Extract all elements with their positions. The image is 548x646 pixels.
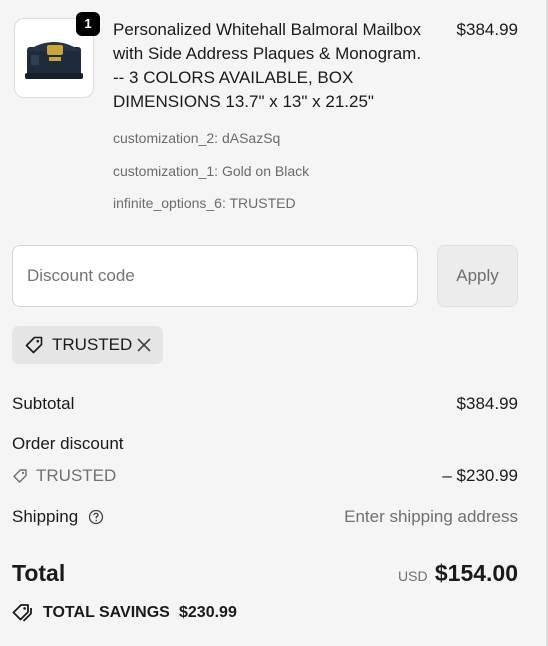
remove-discount-close-icon[interactable] <box>136 337 152 353</box>
total-savings-value: $230.99 <box>179 604 237 621</box>
shipping-label: Shipping <box>12 507 79 526</box>
discount-amount: – $230.99 <box>442 466 518 485</box>
shipping-value: Enter shipping address <box>344 507 518 526</box>
help-circle-icon[interactable] <box>88 509 104 525</box>
discount-code-label: TRUSTED <box>36 466 117 485</box>
subtotal-row: Subtotal $384.99 <box>12 393 518 415</box>
shipping-row: Shipping Enter shipping address <box>12 506 518 528</box>
savings-tag-icon <box>12 604 32 622</box>
tag-icon <box>13 469 27 483</box>
product-option: customization_1: Gold on Black <box>113 163 310 179</box>
subtotal-value: $384.99 <box>456 394 518 413</box>
order-discount-row: Order discount <box>12 433 518 455</box>
order-discount-label: Order discount <box>12 434 124 453</box>
quantity-badge: 1 <box>76 12 100 36</box>
product-title-line: Personalized Whitehall Balmoral Mailbox <box>113 20 422 39</box>
apply-discount-button[interactable]: Apply <box>437 245 518 307</box>
product-title-line: -- 3 COLORS AVAILABLE, BOX <box>113 68 354 87</box>
applied-discount-code: TRUSTED <box>52 335 133 354</box>
subtotal-label: Subtotal <box>12 394 75 413</box>
applied-discount-chip: TRUSTED <box>12 326 163 364</box>
tag-icon <box>25 336 43 354</box>
total-label: Total <box>12 560 66 586</box>
product-option: infinite_options_6: TRUSTED <box>113 195 296 211</box>
currency-code: USD <box>398 568 428 584</box>
mailbox-image <box>25 42 83 79</box>
product-option: customization_2: dASazSq <box>113 130 281 146</box>
product-title-line: with Side Address Plaques & Monogram. <box>113 44 422 63</box>
total-savings-label: TOTAL SAVINGS <box>43 604 170 621</box>
product-title-line: DIMENSIONS 13.7" x 13" x 21.25" <box>113 92 374 111</box>
product-title: Personalized Whitehall Balmoral Mailbox … <box>113 18 439 114</box>
cart-line-item: 1 Personalized Whitehall Balmoral Mailbo… <box>14 12 518 218</box>
product-price: $384.99 <box>456 20 518 39</box>
discount-code-input[interactable] <box>12 245 418 307</box>
total-value: $154.00 <box>434 560 518 586</box>
